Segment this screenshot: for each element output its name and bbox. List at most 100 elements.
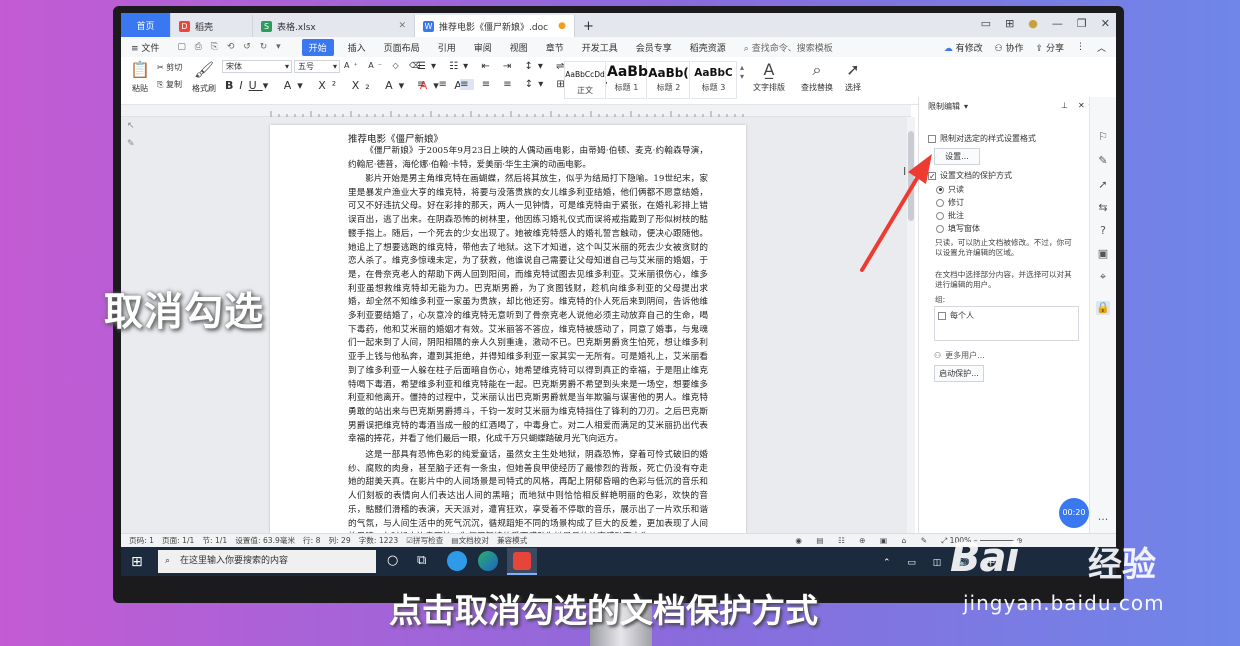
pointer-icon[interactable]: ➚ <box>1096 178 1110 192</box>
pin-icon[interactable]: ⊥ <box>1061 101 1068 110</box>
menu-file[interactable]: ≡ 文件 <box>131 41 159 54</box>
font-name-select[interactable]: 宋体 ▾ <box>222 60 292 73</box>
limit-format-option[interactable]: 限制对选定的样式设置格式 <box>928 133 1036 144</box>
new-tab-button[interactable]: + <box>575 15 602 37</box>
collapse-icon[interactable]: ︿ <box>1097 41 1106 54</box>
search-commands-label: 查找命令、搜索模板 <box>751 43 833 54</box>
view-mode-icons[interactable]: ◉ ▤ ☷ ⊕ ▣ ⌂ ✎ <box>795 536 933 545</box>
style-heading3[interactable]: AaBbC 标题 3 <box>691 61 737 99</box>
mode-fill-form[interactable]: 填写窗体 <box>936 223 980 234</box>
more-dots-icon[interactable]: ··· <box>1096 513 1110 527</box>
location-icon[interactable]: ⌖ <box>1096 270 1110 284</box>
style-normal[interactable]: AaBbCcDd 正文 <box>564 61 606 99</box>
select-label: 选择 <box>845 83 861 92</box>
watermark-url: jingyan.baidu.com <box>963 591 1165 615</box>
cursor-icon[interactable]: ↖ <box>127 121 141 131</box>
panel-title: 限制编辑 <box>928 102 960 111</box>
pen-icon[interactable]: ✎ <box>127 139 141 149</box>
styles-expand-icon[interactable]: ▴ ▾ <box>738 63 746 81</box>
grid-icon[interactable]: ⊞ <box>1005 17 1014 30</box>
tab-label: 稻壳 <box>195 22 214 33</box>
users-list-box[interactable]: 每个人 <box>934 306 1079 341</box>
proofread-button[interactable]: ▤文档校对 <box>451 535 489 546</box>
status-wordcount[interactable]: 字数: 1223 <box>359 535 399 546</box>
caption-uncheck: 取消勾选 <box>104 290 265 335</box>
help-icon[interactable]: ? <box>1096 224 1110 238</box>
unsaved-dot-icon: ● <box>558 21 566 31</box>
chevron-down-icon[interactable]: ▾ <box>964 102 968 111</box>
spellcheck-button[interactable]: ☑拼写检查 <box>406 535 443 546</box>
menu-page-layout[interactable]: 页面布局 <box>384 41 420 54</box>
more-users-link[interactable]: ⚇ 更多用户... <box>934 350 985 361</box>
find-replace-button[interactable]: ⌕ 查找替换 <box>797 61 837 93</box>
style-label: 标题 3 <box>701 83 726 92</box>
task-view-icon[interactable]: ⧉ <box>417 553 426 568</box>
menu-chapter[interactable]: 章节 <box>546 41 564 54</box>
style-heading1[interactable]: AaBb 标题 1 <box>607 61 648 99</box>
lock-icon[interactable]: 🔒 <box>1096 301 1110 315</box>
tab-doc[interactable]: W 推荐电影《僵尸新娘》.doc ● <box>415 15 575 37</box>
tab-home[interactable]: 首页 <box>121 13 171 37</box>
collaborate-button[interactable]: ⚇ 协作 <box>995 41 1024 54</box>
everyone-checkbox[interactable] <box>938 311 946 320</box>
close-window-icon[interactable]: ✕ <box>1101 17 1110 30</box>
avatar[interactable]: ● <box>1028 17 1038 30</box>
horizontal-ruler[interactable] <box>121 105 911 117</box>
edit-icon[interactable]: ✎ <box>1096 154 1110 168</box>
more-icon[interactable]: ⋮ <box>1076 42 1085 52</box>
copy-button[interactable]: ⎘ 复制 <box>157 79 182 90</box>
image-icon[interactable]: ▣ <box>1096 247 1110 261</box>
timer-badge[interactable]: 00:20 <box>1059 498 1089 528</box>
cortana-icon[interactable]: ○ <box>387 553 398 568</box>
close-panel-icon[interactable]: ✕ <box>1078 101 1085 110</box>
paragraph-2: 影片开始是男主角维克特在画蝴蝶，然后将其放生，似乎为结局打下隐喻。19世纪末，家… <box>348 174 708 445</box>
menu-developer[interactable]: 开发工具 <box>582 41 618 54</box>
document-page[interactable]: 推荐电影《僵尸新娘》 《僵尸新娘》于2005年9月23日上映的人偶动画电影，由蒂… <box>270 125 746 533</box>
window-controls: ▭ ⊞ ● — ❐ ✕ <box>981 17 1110 30</box>
wps-icon[interactable] <box>507 548 537 575</box>
select-button[interactable]: ➚ 选择 <box>841 61 865 93</box>
share-button[interactable]: ⇪ 分享 <box>1036 41 1064 54</box>
proofread-label: 文档校对 <box>458 536 489 545</box>
quick-access-icons[interactable]: ▢ ⎙ ⎘ ⟲ ↺ ↻ ▾ <box>177 42 283 52</box>
status-setting: 设置值: 63.9毫米 <box>235 536 296 545</box>
paste-button[interactable]: 📋 粘贴 <box>129 61 151 94</box>
menu-start[interactable]: 开始 <box>301 38 334 56</box>
menu-review[interactable]: 审阅 <box>474 41 492 54</box>
tab-xlsx[interactable]: S 表格.xlsx ✕ <box>253 15 415 37</box>
font-size-select[interactable]: 五号 ▾ <box>294 60 340 73</box>
style-heading2[interactable]: AaBb(标题 2 <box>648 61 690 99</box>
menu-daoke-resources[interactable]: 稻壳资源 <box>690 41 726 54</box>
status-section: 节: 1/1 <box>202 536 228 545</box>
panel-header-icons: ⊥ ✕ <box>1061 101 1085 110</box>
format-painter-button[interactable]: 🖌 格式刷 <box>191 61 217 94</box>
close-icon[interactable]: ✕ <box>398 21 406 31</box>
limit-format-checkbox[interactable] <box>928 134 936 143</box>
menu-reference[interactable]: 引用 <box>438 41 456 54</box>
everyone-option[interactable]: 每个人 <box>938 310 974 321</box>
search-commands[interactable]: ⌕ 查找命令、搜索模板 <box>744 41 833 54</box>
minimize-icon[interactable]: — <box>1052 17 1063 30</box>
cut-button[interactable]: ✂ 剪切 <box>157 62 182 73</box>
taskbar-search-box[interactable]: ⌕ 在这里输入你要搜索的内容 <box>158 550 376 573</box>
edge-new-icon[interactable] <box>478 551 498 571</box>
layout-icon[interactable]: ▭ <box>981 17 991 30</box>
restore-icon[interactable]: ❐ <box>1077 17 1087 30</box>
adjust-icon[interactable]: ⇆ <box>1096 201 1110 215</box>
chevron-down-icon: ▾ <box>284 62 289 71</box>
tab-daoke[interactable]: D 稻壳 <box>171 15 253 37</box>
windows-start-icon[interactable]: ⊞ <box>131 554 143 570</box>
search-icon: ⌕ <box>743 43 749 54</box>
menu-view[interactable]: 视图 <box>510 41 528 54</box>
text-layout-button[interactable]: A̲ 文字排版 <box>749 61 789 93</box>
font-grow-shrink-icons[interactable]: A⁺ A⁻ ◇ ⌫ <box>344 61 424 70</box>
has-changes-button[interactable]: ☁ 有修改 <box>944 41 983 54</box>
left-margin-tools: ↖ ✎ <box>127 121 141 149</box>
cloud-icon: ☁ <box>943 43 953 54</box>
menu-insert[interactable]: 插入 <box>348 41 366 54</box>
edge-icon[interactable] <box>447 551 467 571</box>
tab-label: 推荐电影《僵尸新娘》.doc <box>439 22 549 33</box>
navigation-icon[interactable]: ⚐ <box>1096 130 1110 144</box>
start-protection-button[interactable]: 启动保护... <box>934 365 984 382</box>
menu-vip[interactable]: 会员专享 <box>636 41 672 54</box>
